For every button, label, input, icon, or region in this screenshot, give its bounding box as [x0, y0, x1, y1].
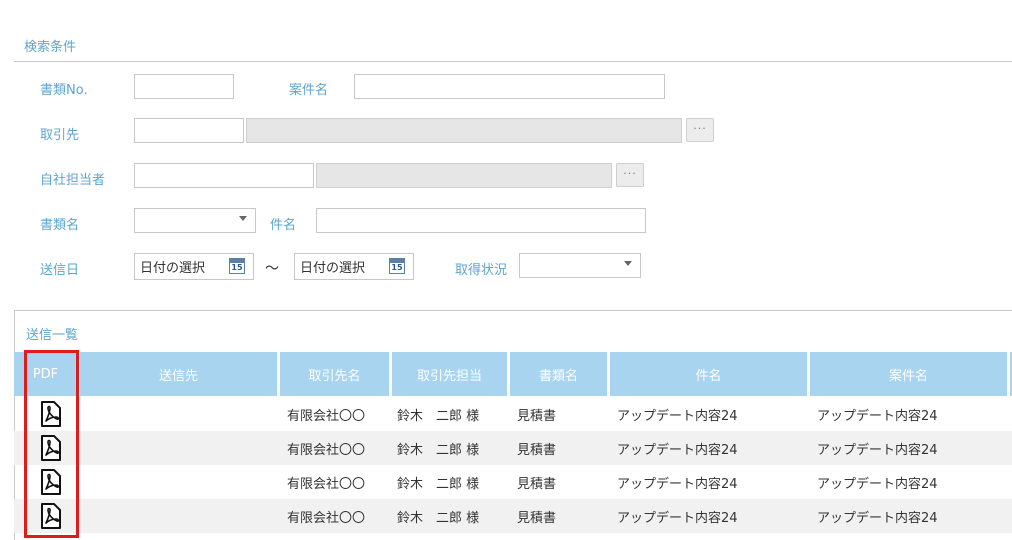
- cell-subject: アップデート内容24: [617, 511, 738, 526]
- date-from-value: 日付の選択: [140, 261, 206, 276]
- column-header-case-name[interactable]: 案件名: [810, 352, 1010, 396]
- chevron-down-icon: [239, 216, 247, 221]
- cell-contact: 鈴木 二郎 様: [397, 443, 480, 458]
- doc-name-select[interactable]: [134, 208, 256, 233]
- date-to-value: 日付の選択: [300, 261, 366, 276]
- cell-doc-name: 見積書: [517, 477, 557, 492]
- staff-name-display: [316, 163, 612, 188]
- cell-case-name: アップデート内容24: [817, 409, 938, 424]
- subject-input[interactable]: [316, 208, 646, 233]
- search-section-title: 検索条件: [24, 40, 77, 55]
- cell-doc-name: 見積書: [517, 511, 557, 526]
- client-label: 取引先: [40, 128, 80, 143]
- cell-contact: 鈴木 二郎 様: [397, 511, 480, 526]
- doc-no-input[interactable]: [134, 74, 234, 99]
- status-label: 取得状況: [455, 263, 508, 278]
- column-header-client[interactable]: 取引先名: [280, 352, 392, 396]
- client-code-input[interactable]: [134, 118, 244, 143]
- staff-label: 自社担当者: [40, 173, 106, 188]
- date-range-separator: 〜: [265, 261, 279, 277]
- cell-client: 有限会社〇〇: [287, 443, 366, 458]
- cell-contact: 鈴木 二郎 様: [397, 409, 480, 424]
- client-name-display: [246, 118, 682, 143]
- column-header-recipient[interactable]: 送信先: [80, 352, 280, 396]
- date-to-input[interactable]: 日付の選択 15: [294, 253, 414, 280]
- cell-client: 有限会社〇〇: [287, 477, 366, 492]
- case-name-label: 案件名: [289, 83, 329, 98]
- cell-subject: アップデート内容24: [617, 409, 738, 424]
- doc-no-label: 書類No.: [40, 83, 88, 98]
- column-header-doc-name[interactable]: 書類名: [510, 352, 610, 396]
- cell-client: 有限会社〇〇: [287, 511, 366, 526]
- client-lookup-button[interactable]: ···: [686, 118, 714, 142]
- pdf-column-highlight: [24, 350, 79, 538]
- cell-doc-name: 見積書: [517, 443, 557, 458]
- cell-subject: アップデート内容24: [617, 443, 738, 458]
- cell-contact: 鈴木 二郎 様: [397, 477, 480, 492]
- cell-case-name: アップデート内容24: [817, 443, 938, 458]
- case-name-input[interactable]: [354, 74, 665, 99]
- status-select[interactable]: [519, 253, 641, 278]
- cell-client: 有限会社〇〇: [287, 409, 366, 424]
- send-list-title: 送信一覧: [26, 328, 79, 343]
- column-header-contact[interactable]: 取引先担当: [392, 352, 510, 396]
- subject-label: 件名: [270, 218, 297, 233]
- search-divider: [14, 61, 1012, 62]
- cell-doc-name: 見積書: [517, 409, 557, 424]
- cell-subject: アップデート内容24: [617, 477, 738, 492]
- chevron-down-icon: [624, 261, 632, 266]
- date-from-input[interactable]: 日付の選択 15: [134, 253, 254, 280]
- staff-code-input[interactable]: [134, 163, 314, 188]
- calendar-icon[interactable]: 15: [229, 258, 245, 274]
- cell-case-name: アップデート内容24: [817, 511, 938, 526]
- staff-lookup-button[interactable]: ···: [616, 163, 644, 187]
- cell-case-name: アップデート内容24: [817, 477, 938, 492]
- send-date-label: 送信日: [40, 263, 80, 278]
- calendar-icon[interactable]: 15: [389, 258, 405, 274]
- doc-name-label: 書類名: [40, 218, 80, 233]
- column-header-subject[interactable]: 件名: [610, 352, 810, 396]
